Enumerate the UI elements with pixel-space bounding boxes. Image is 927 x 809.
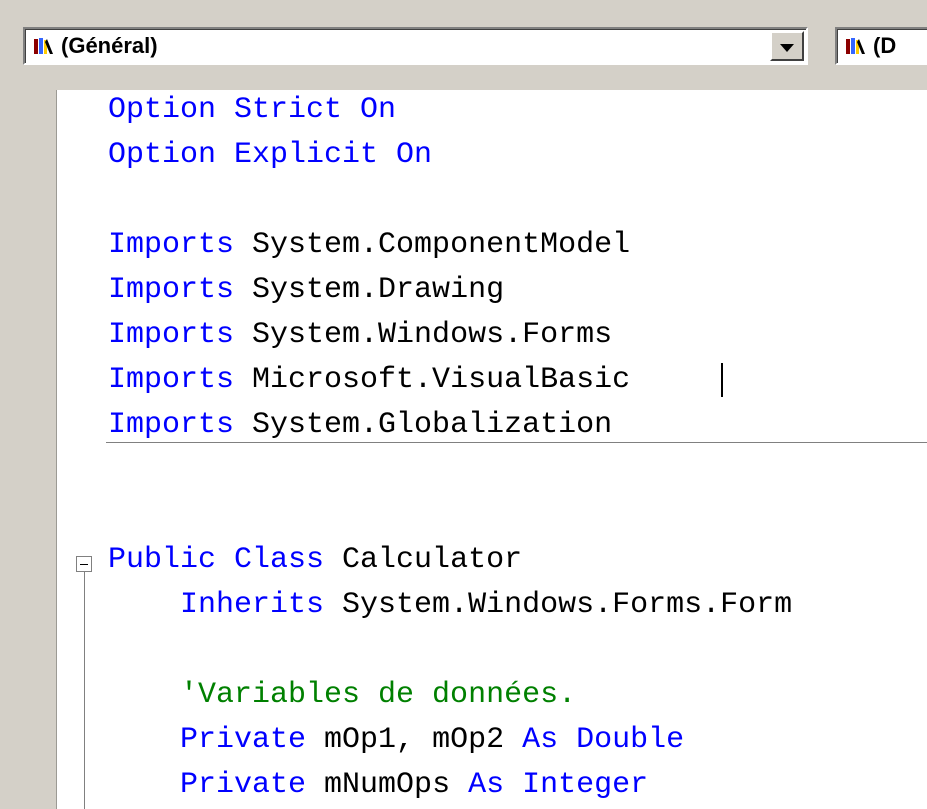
code-token: Private	[180, 723, 325, 757]
code-token: Imports	[108, 318, 253, 352]
code-token: System.Globalization	[252, 408, 613, 442]
code-token: 'Variables de données.	[180, 678, 577, 712]
code-token: mNumOps	[324, 768, 469, 802]
vb-class-icon	[34, 37, 53, 54]
fold-guide-line	[84, 572, 85, 809]
event-selector-dropdown[interactable]: (D	[835, 27, 927, 65]
code-line: Imports System.Drawing	[108, 268, 504, 313]
vb-class-icon	[846, 37, 865, 54]
object-selector-button[interactable]	[770, 31, 804, 61]
code-token: Imports	[108, 408, 253, 442]
code-token: Public Class	[108, 543, 343, 577]
code-token: Private	[180, 768, 325, 802]
code-token: Imports	[108, 228, 253, 262]
code-token: Inherits	[180, 588, 343, 622]
text-caret	[721, 363, 723, 397]
code-line: Option Strict On	[108, 88, 396, 133]
code-line: Imports Microsoft.VisualBasic	[108, 358, 630, 403]
code-token: As Integer	[468, 768, 649, 802]
code-token: mOp1, mOp2	[324, 723, 523, 757]
code-token: System.ComponentModel	[252, 228, 631, 262]
code-token: As Double	[522, 723, 685, 757]
code-line: Public Class Calculator	[108, 538, 522, 583]
code-token: Microsoft.VisualBasic	[252, 363, 631, 397]
code-line: Imports System.ComponentModel	[108, 223, 630, 268]
code-token: System.Windows.Forms	[252, 318, 613, 352]
code-editor-window: (Général) (D Option Strict On Option Expl…	[0, 0, 927, 809]
code-token: Imports	[108, 273, 253, 307]
code-token: Imports	[108, 363, 253, 397]
editor-toolbar: (Général) (D	[0, 0, 927, 90]
code-token: Option Strict On	[108, 93, 397, 127]
code-line: Imports System.Windows.Forms	[108, 313, 612, 358]
collapse-icon[interactable]	[76, 556, 92, 572]
code-line: Private mNumOps As Integer	[108, 763, 648, 808]
code-line: 'Variables de données.	[108, 673, 576, 718]
code-line: Private mOp1, mOp2 As Double	[108, 718, 684, 763]
editor-gutter	[0, 90, 57, 809]
code-token: Calculator	[342, 543, 523, 577]
code-line: Inherits System.Windows.Forms.Form	[108, 583, 792, 628]
code-token: Option Explicit On	[108, 138, 433, 172]
code-line: Option Explicit On	[108, 133, 432, 178]
code-line: Imports System.Globalization	[108, 403, 612, 448]
object-selector-dropdown[interactable]: (Général)	[23, 27, 808, 65]
event-selector-text: (D	[873, 33, 897, 58]
code-token: System.Windows.Forms.Form	[342, 588, 793, 622]
code-token: System.Drawing	[252, 273, 505, 307]
object-selector-text: (Général)	[61, 33, 158, 58]
chevron-down-icon	[780, 43, 794, 52]
